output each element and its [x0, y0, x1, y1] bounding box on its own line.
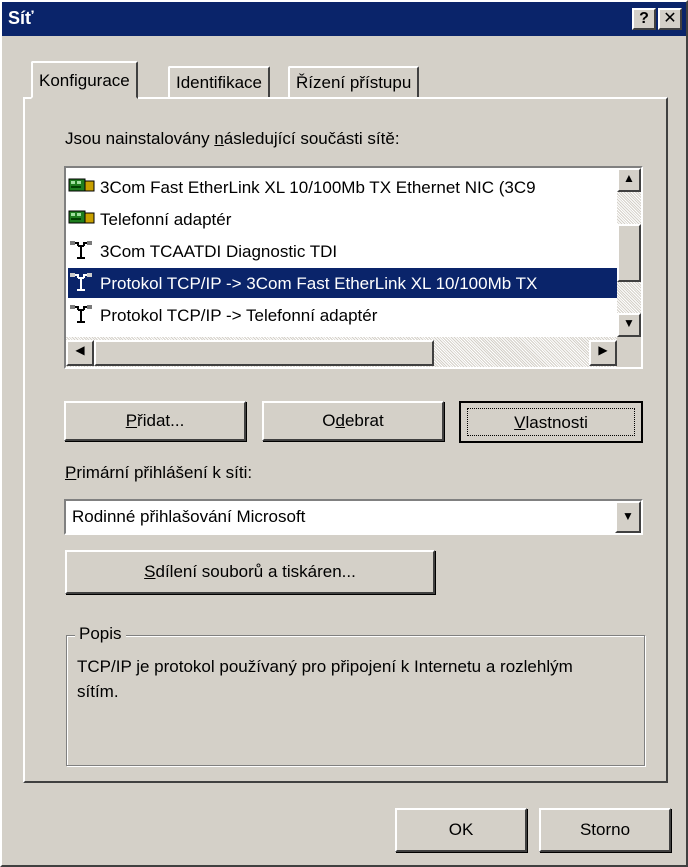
vertical-scroll-thumb[interactable]	[617, 224, 641, 282]
tab-konfigurace-label: Konfigurace	[39, 71, 130, 90]
focus-rectangle: Vlastnosti	[467, 408, 635, 436]
list-item[interactable]: 3Com Fast EtherLink XL 10/100Mb TX Ether…	[68, 172, 618, 202]
protocol-icon	[70, 305, 92, 323]
protocol-icon	[70, 241, 92, 259]
description-legend: Popis	[75, 624, 126, 644]
primary-logon-value: Rodinné přihlašování Microsoft	[72, 507, 306, 526]
list-item[interactable]: 3Com TCAATDI Diagnostic TDI	[68, 236, 618, 266]
dropdown-button[interactable]: ▼	[615, 501, 641, 533]
cancel-button[interactable]: Storno	[539, 808, 671, 852]
description-groupbox: Popis TCP/IP je protokol používaný pro p…	[66, 624, 645, 766]
network-adapter-icon	[68, 178, 95, 192]
components-label: Jsou nainstalovány následující součásti …	[65, 129, 400, 148]
file-printer-sharing-button[interactable]: Sdílení souborů a tiskáren...	[65, 550, 435, 594]
close-button[interactable]: ✕	[658, 8, 682, 30]
list-item[interactable]: Protokol TCP/IP -> Telefonní adaptér	[68, 300, 618, 330]
remove-button[interactable]: Odebrat	[262, 401, 444, 441]
chevron-down-icon: ▼	[622, 509, 634, 523]
primary-logon-label: Primární přihlášení k síti:	[65, 463, 253, 482]
list-item-selected[interactable]: Protokol TCP/IP -> 3Com Fast EtherLink X…	[68, 268, 618, 298]
horizontal-scrollbar[interactable]: ◀ ▶	[66, 337, 641, 367]
scroll-down-button[interactable]: ▼	[617, 313, 641, 337]
ok-button[interactable]: OK	[395, 808, 527, 852]
scrollbar-corner	[617, 337, 641, 367]
arrow-down-icon: ▼	[623, 316, 635, 330]
help-button[interactable]: ?	[632, 8, 656, 30]
protocol-icon	[70, 273, 92, 291]
close-icon: ✕	[663, 10, 677, 27]
window-title: Síť	[8, 8, 34, 28]
network-dialog: Síť ? ✕ Konfigurace Identifikace Řízení …	[0, 0, 688, 867]
properties-button[interactable]: Vlastnosti	[459, 401, 643, 443]
tab-identifikace-label: Identifikace	[176, 73, 262, 92]
list-item[interactable]: Telefonní adaptér	[68, 204, 618, 234]
horizontal-scroll-thumb[interactable]	[94, 340, 434, 366]
arrow-right-icon: ▶	[598, 343, 608, 357]
arrow-left-icon: ◀	[75, 343, 85, 357]
primary-logon-select[interactable]: Rodinné přihlašování Microsoft ▼	[64, 499, 643, 535]
add-button[interactable]: Přidat...	[64, 401, 246, 441]
title-bar[interactable]: Síť ? ✕	[2, 2, 686, 36]
scroll-right-button[interactable]: ▶	[589, 340, 617, 366]
tab-rizeni-pristupu[interactable]: Řízení přístupu	[288, 66, 420, 98]
tab-rizeni-pristupu-label: Řízení přístupu	[296, 73, 412, 92]
components-list[interactable]: 3Com Fast EtherLink XL 10/100Mb TX Ether…	[64, 166, 643, 369]
vertical-scrollbar[interactable]: ▲ ▼	[617, 168, 641, 337]
tab-konfigurace[interactable]: Konfigurace	[31, 61, 138, 99]
arrow-up-icon: ▲	[623, 171, 635, 185]
scroll-up-button[interactable]: ▲	[617, 168, 641, 192]
help-icon: ?	[639, 10, 649, 27]
network-adapter-icon	[68, 210, 95, 224]
description-text: TCP/IP je protokol používaný pro připoje…	[77, 657, 573, 701]
tab-identifikace[interactable]: Identifikace	[168, 66, 270, 98]
scroll-left-button[interactable]: ◀	[66, 340, 94, 366]
